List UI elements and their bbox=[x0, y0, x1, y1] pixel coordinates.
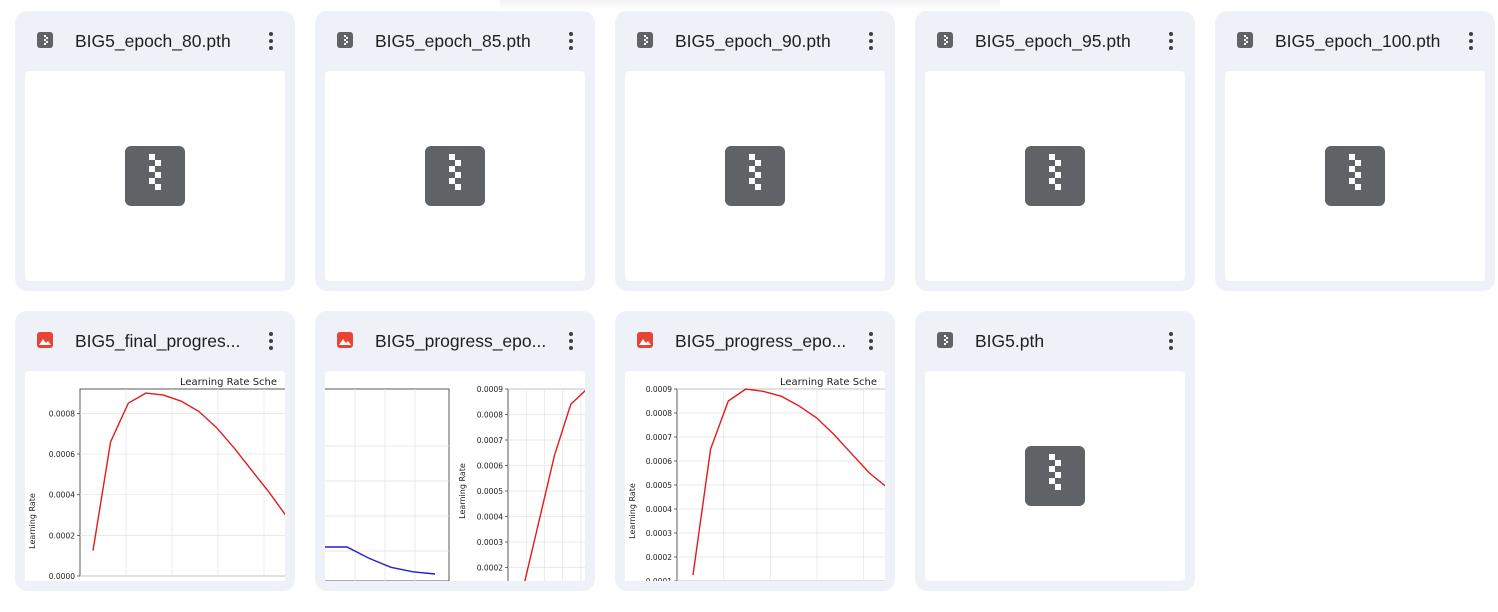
file-name: BIG5_epoch_85.pth bbox=[375, 31, 531, 51]
chart-title: Learning Rate Sche bbox=[780, 377, 877, 388]
y-tick-label: 0.0008 bbox=[646, 409, 672, 418]
lr-series-line bbox=[692, 388, 885, 576]
progress-chart: Learning Rate 0.0009 0.0008 0.0007 0.0006 0.… bbox=[325, 385, 585, 581]
zip-preview-icon bbox=[1325, 146, 1385, 206]
plot-frame bbox=[507, 388, 585, 581]
file-preview bbox=[925, 71, 1185, 281]
file-card[interactable]: BIG5_progress_epo... Learning Rate 0.000… bbox=[315, 311, 595, 591]
y-tick-label: 0.0008 bbox=[477, 411, 503, 420]
file-name: BIG5.pth bbox=[975, 331, 1045, 351]
file-card[interactable]: BIG5_epoch_85.pth bbox=[315, 11, 595, 291]
file-preview bbox=[625, 71, 885, 281]
lr-series-line bbox=[524, 389, 585, 581]
zip-preview-icon bbox=[1025, 146, 1085, 206]
y-tick-label: 0.0002 bbox=[49, 531, 75, 540]
zip-file-icon bbox=[37, 32, 53, 48]
zip-preview-icon bbox=[725, 146, 785, 206]
file-name: BIG5_final_progres... bbox=[75, 331, 241, 351]
zip-file-icon bbox=[937, 32, 953, 48]
file-card[interactable]: BIG5_epoch_80.pth bbox=[15, 11, 295, 291]
file-card[interactable]: BIG5_epoch_90.pth bbox=[615, 11, 895, 291]
y-tick-label: 0.0005 bbox=[477, 487, 503, 496]
y-tick-label: 0.0007 bbox=[477, 436, 503, 445]
chart-preview: Learning Rate 0.0009 0.0008 0.0007 0.0006 0.… bbox=[325, 371, 585, 581]
chart-preview: Learning Rate Sche Learning Rate 0.0009 0… bbox=[625, 371, 885, 581]
more-options-icon[interactable] bbox=[859, 27, 883, 55]
plot-frame bbox=[79, 388, 285, 577]
file-card[interactable]: BIG5.pth bbox=[915, 311, 1195, 591]
file-card[interactable]: BIG5_progress_epo... Learning Rate Sche … bbox=[615, 311, 895, 591]
zip-preview-icon bbox=[425, 146, 485, 206]
y-tick-label: 0.0003 bbox=[646, 529, 672, 538]
y-tick-label: 0.0008 bbox=[49, 409, 75, 418]
file-name: BIG5_epoch_80.pth bbox=[75, 31, 231, 51]
learning-rate-chart: Learning Rate Sche Learning Rate 0.0009 0… bbox=[628, 377, 885, 581]
more-options-icon[interactable] bbox=[259, 27, 283, 55]
y-tick-label: 0.0001 bbox=[646, 577, 672, 581]
chart-title: Learning Rate Sche bbox=[180, 377, 277, 388]
file-card[interactable]: BIG5_epoch_95.pth bbox=[915, 11, 1195, 291]
y-tick-label: 0.0004 bbox=[49, 491, 75, 500]
file-card-header: BIG5_epoch_80.pth bbox=[15, 11, 295, 71]
more-options-icon[interactable] bbox=[859, 327, 883, 355]
image-file-icon bbox=[637, 332, 653, 348]
y-axis-label: Learning Rate bbox=[458, 463, 467, 519]
y-tick-label: 0.0009 bbox=[646, 385, 672, 394]
zip-file-icon bbox=[937, 332, 953, 348]
y-tick-label: 0.0006 bbox=[646, 457, 672, 466]
more-options-icon[interactable] bbox=[259, 327, 283, 355]
zip-file-icon bbox=[637, 32, 653, 48]
file-preview bbox=[1225, 71, 1485, 281]
zip-preview-icon bbox=[125, 146, 185, 206]
file-card-header: BIG5_epoch_95.pth bbox=[915, 11, 1195, 71]
file-card-header: BIG5_progress_epo... bbox=[315, 311, 595, 371]
y-tick-label: 0.0002 bbox=[646, 553, 672, 562]
top-edge-shadow bbox=[500, 0, 1000, 10]
file-preview bbox=[25, 71, 285, 281]
zip-preview-icon bbox=[1025, 446, 1085, 506]
file-name: BIG5_epoch_90.pth bbox=[675, 31, 831, 51]
file-card-header: BIG5.pth bbox=[915, 311, 1195, 371]
more-options-icon[interactable] bbox=[1159, 27, 1183, 55]
file-card-header: BIG5_epoch_85.pth bbox=[315, 11, 595, 71]
file-grid: BIG5_epoch_80.pth BIG5_epoch_85.pth BIG5… bbox=[15, 11, 1495, 591]
y-axis-label: Learning Rate bbox=[628, 483, 637, 539]
plot-frame bbox=[325, 388, 450, 581]
file-name: BIG5_progress_epo... bbox=[375, 331, 547, 351]
file-card-header: BIG5_epoch_90.pth bbox=[615, 11, 895, 71]
lr-series-line bbox=[92, 392, 285, 551]
more-options-icon[interactable] bbox=[1159, 327, 1183, 355]
learning-rate-chart: Learning Rate Sche Learning Rate 0.0008 0… bbox=[28, 377, 285, 581]
file-card-header: BIG5_final_progres... bbox=[15, 311, 295, 371]
y-tick-label: 0.0000 bbox=[49, 572, 75, 581]
y-tick-label: 0.0005 bbox=[646, 481, 672, 490]
y-tick-label: 0.0007 bbox=[646, 433, 672, 442]
chart-preview: Learning Rate Sche Learning Rate 0.0008 0… bbox=[25, 371, 285, 581]
image-file-icon bbox=[337, 332, 353, 348]
more-options-icon[interactable] bbox=[559, 27, 583, 55]
y-tick-label: 0.0009 bbox=[477, 385, 503, 394]
y-tick-label: 0.0003 bbox=[477, 538, 503, 547]
file-name: BIG5_epoch_100.pth bbox=[1275, 31, 1441, 51]
y-tick-label: 0.0002 bbox=[477, 564, 503, 573]
file-name: BIG5_epoch_95.pth bbox=[975, 31, 1131, 51]
file-name: BIG5_progress_epo... bbox=[675, 331, 847, 351]
file-preview bbox=[325, 71, 585, 281]
zip-file-icon bbox=[1237, 32, 1253, 48]
y-tick-label: 0.0006 bbox=[477, 462, 503, 471]
y-tick-label: 0.0006 bbox=[49, 450, 75, 459]
y-tick-label: 0.0004 bbox=[477, 513, 503, 522]
y-tick-label: 0.0004 bbox=[646, 505, 672, 514]
file-card-header: BIG5_epoch_100.pth bbox=[1215, 11, 1495, 71]
file-preview bbox=[925, 371, 1185, 581]
more-options-icon[interactable] bbox=[559, 327, 583, 355]
file-card[interactable]: BIG5_epoch_100.pth bbox=[1215, 11, 1495, 291]
more-options-icon[interactable] bbox=[1459, 27, 1483, 55]
zip-file-icon bbox=[337, 32, 353, 48]
file-card-header: BIG5_progress_epo... bbox=[615, 311, 895, 371]
file-card[interactable]: BIG5_final_progres... Learning Rate Sche… bbox=[15, 311, 295, 591]
image-file-icon bbox=[37, 332, 53, 348]
y-axis-label: Learning Rate bbox=[28, 493, 37, 549]
